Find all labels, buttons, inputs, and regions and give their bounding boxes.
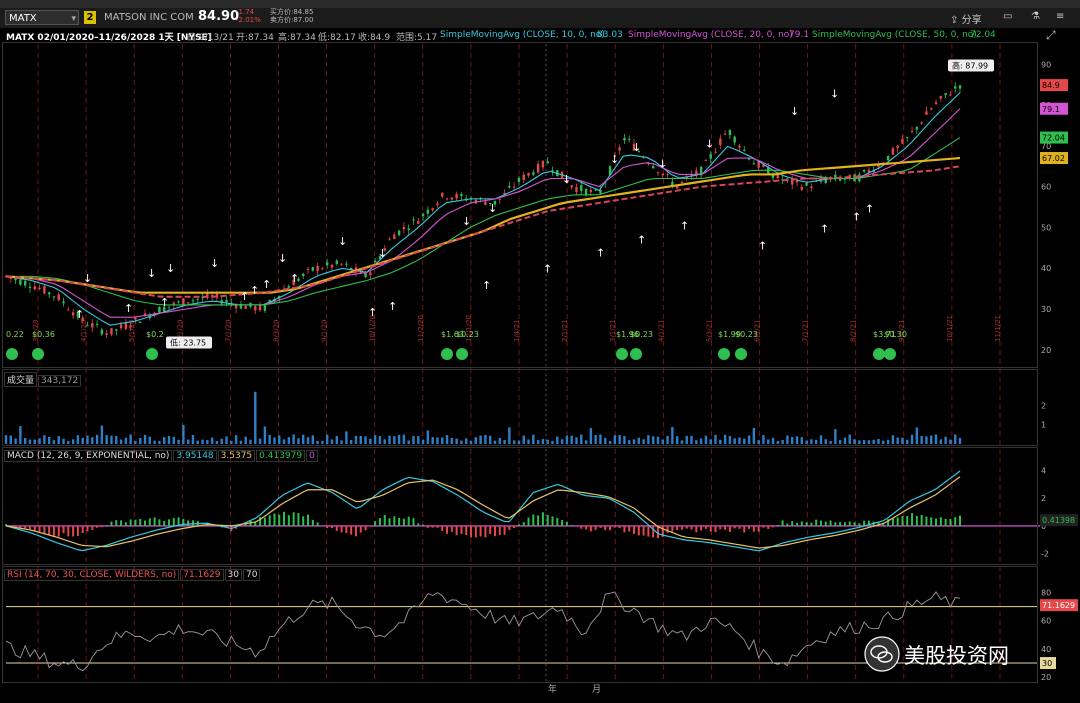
price-pane-border (2, 42, 1038, 368)
macd-tick-label: -2 (1041, 550, 1049, 559)
rsi-value: 71.1629 (180, 569, 224, 581)
year-label: 年 (548, 683, 557, 695)
macd-tick-label: 4 (1041, 466, 1046, 475)
volume-tick-label: 1 (1041, 421, 1046, 430)
price-tick-label: 40 (1041, 264, 1051, 273)
rsi-oversold: 30 (224, 569, 242, 581)
watermark-text: 美股投资网 (904, 644, 1009, 668)
macd-pane-border (2, 447, 1038, 565)
volume-pane-border (2, 369, 1038, 446)
volume-last: 343,172 (38, 375, 82, 387)
rsi-tick-label: 60 (1041, 617, 1051, 626)
month-label: 月 (592, 684, 601, 695)
price-tick-label: 20 (1041, 346, 1051, 355)
watermark: 美股投资网 (862, 634, 1062, 674)
rsi-tick-label: 20 (1041, 673, 1051, 682)
macd-avg: 3.5375 (217, 450, 256, 462)
rsi-title: RSI (14, 70, 30, CLOSE, WILDERS, no) (4, 569, 180, 581)
price-tick-label: 30 (1041, 305, 1051, 314)
rsi-tick-label: 80 (1041, 588, 1051, 597)
price-tick-label: 90 (1041, 60, 1051, 69)
price-label: 79.1 (1042, 105, 1060, 114)
macd-title: MACD (12, 26, 9, EXPONENTIAL, no) (4, 450, 173, 462)
volume-title: 成交量 (4, 372, 38, 387)
volume-tick-label: 2 (1041, 401, 1046, 410)
price-label: 72.04 (1042, 134, 1065, 143)
wechat-icon (864, 636, 900, 672)
macd-zero: 0 (306, 450, 318, 462)
price-tick-label: 50 (1041, 223, 1051, 232)
price-tick-label: 60 (1041, 183, 1051, 192)
rsi-last-label: 71.1629 (1042, 601, 1075, 610)
rsi-overbought: 70 (242, 569, 261, 581)
volume-label: 成交量 343,172 (4, 372, 82, 387)
macd-diff: 0.413979 (256, 450, 306, 462)
price-label: 67.02 (1042, 154, 1065, 163)
macd-tick-label: 2 (1041, 494, 1046, 503)
macd-last-label: 0.41398 (1042, 516, 1075, 525)
macd-value: 3.95148 (173, 450, 217, 462)
price-label: 84.9 (1042, 81, 1060, 90)
rsi-label: RSI (14, 70, 30, CLOSE, WILDERS, no) 71.1… (4, 569, 261, 581)
macd-label: MACD (12, 26, 9, EXPONENTIAL, no) 3.95148… (4, 450, 319, 462)
